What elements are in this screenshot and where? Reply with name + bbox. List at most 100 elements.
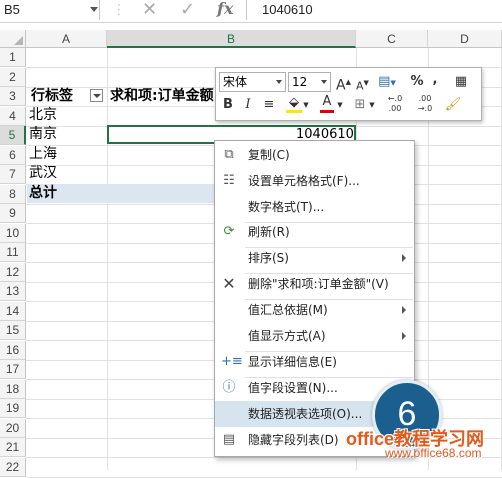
row-header-13[interactable]: 13 [0,282,26,301]
menu-item-label: 值显示方式(A) [248,329,326,343]
grow-font-button[interactable]: A▲ [336,73,351,95]
chevron-down-icon [276,80,282,84]
font-name-select[interactable]: 宋体 [219,72,286,92]
menu-item-label: 值字段设置(N)... [248,381,338,395]
column-header-a[interactable]: A [26,30,107,48]
pivot-item[interactable]: 武汉 [29,164,57,183]
cancel-icon[interactable]: ✕ [142,0,157,20]
row-header-14[interactable]: 14 [0,302,26,321]
field-settings-icon: ⓘ [222,380,236,395]
menu-item-label: 隐藏字段列表(D) [248,433,339,447]
submenu-arrow-icon [402,306,406,314]
menu-item-show-details[interactable]: +≡ 显示详细信息(E) [215,349,414,375]
row-header-18[interactable]: 18 [0,380,26,399]
menu-item-sort[interactable]: 排序(S) [215,245,414,271]
align-center-icon[interactable]: ≡ [262,96,276,114]
row-header-1[interactable]: 1 [0,48,26,67]
chevron-down-icon[interactable]: ▼ [302,96,310,114]
row-header-5[interactable]: 5 [0,126,26,145]
row-header-11[interactable]: 11 [0,243,26,262]
row-header-17[interactable]: 17 [0,360,26,379]
percent-style-button[interactable]: % [410,73,424,91]
submenu-arrow-icon [402,254,406,262]
mini-toolbar: 宋体 12 A▲ A▼ ▤▼ % , ▦ B I ≡ ⬙ ▼ A ▼ ⊞ ▼ ←… [215,67,482,121]
font-name-value: 宋体 [223,75,248,89]
increase-decimal-icon: ←.0 .00 [387,94,403,113]
row-header-7[interactable]: 7 [0,165,26,184]
row-header-21[interactable]: 21 [0,438,26,457]
font-color-icon: A [322,94,332,109]
grand-total-label[interactable]: 总计 [29,184,57,203]
menu-item-summarize-by[interactable]: 值汇总依据(M) [215,297,414,323]
name-box[interactable]: B5 [0,0,100,20]
font-size-select[interactable]: 12 [288,72,331,92]
font-color-button[interactable]: A [320,94,334,113]
menu-item-show-values-as[interactable]: 值显示方式(A) [215,323,414,349]
shrink-font-button[interactable]: A▼ [356,74,369,96]
chevron-down-icon [321,80,327,84]
shrink-font-icon: A [356,79,364,93]
filter-dropdown-icon[interactable] [90,89,103,102]
borders-icon[interactable]: ⊞ [352,96,368,114]
enter-icon[interactable]: ✓ [180,0,195,20]
menu-item-label: 显示详细信息(E) [248,355,337,369]
number-format-button[interactable]: ▤▼ [376,73,398,92]
row-header-8[interactable]: 8 [0,185,26,204]
column-header-c[interactable]: C [356,30,428,48]
formula-input[interactable]: 1040610 [262,0,313,20]
show-detail-icon: +≡ [221,354,243,369]
pivot-item[interactable]: 北京 [29,106,57,125]
bold-button[interactable]: B [222,96,234,114]
column-gridline [107,48,108,470]
menu-item-label: 删除"求和项:订单金额"(V) [248,277,389,291]
formula-bar-divider [246,0,247,20]
name-box-dropdown-icon[interactable] [90,7,98,12]
menu-item-format-cells[interactable]: ☷ 设置单元格格式(F)... [215,168,414,194]
row-header-3[interactable]: 3 [0,87,26,106]
row-header-19[interactable]: 19 [0,399,26,418]
formula-bar-grip-icon: ⋮ [112,2,126,18]
chevron-down-icon[interactable]: ▼ [336,96,344,114]
column-header-d[interactable]: D [428,30,502,48]
row-header-22[interactable]: 22 [0,458,26,477]
decrease-decimal-icon: .00 →.0 [417,94,433,113]
row-header-16[interactable]: 16 [0,341,26,360]
row-header-12[interactable]: 12 [0,263,26,282]
value-field-header[interactable]: 求和项:订单金额 [110,87,214,106]
italic-button[interactable]: I [242,96,254,114]
menu-item-number-format[interactable]: 数字格式(T)... [215,194,414,220]
column-header-b[interactable]: B [107,30,356,48]
row-header-4[interactable]: 4 [0,107,26,126]
menu-item-label: 复制(C) [248,148,290,162]
row-header-2[interactable]: 2 [0,68,26,87]
row-header-10[interactable]: 10 [0,224,26,243]
menu-item-copy[interactable]: ⧉ 复制(C) [215,142,414,168]
select-all-button[interactable] [0,30,26,48]
font-size-value: 12 [292,75,308,89]
menu-item-refresh[interactable]: ⟳ 刷新(R) [215,219,414,245]
row-header-20[interactable]: 20 [0,419,26,438]
submenu-arrow-icon [402,332,406,340]
pivot-item[interactable]: 上海 [29,145,57,164]
comma-style-button[interactable]: , [430,71,440,89]
format-painter-icon[interactable]: 🖌 [444,96,462,114]
menu-item-label: 数据透视表选项(O)... [248,407,363,421]
menu-item-remove-field[interactable]: ✕ 删除"求和项:订单金额"(V) [215,271,414,297]
watermark-url: www.office68.com [385,446,482,460]
decrease-decimal-button[interactable]: .00 →.0 [412,94,438,114]
increase-decimal-button[interactable]: ←.0 .00 [382,94,408,114]
chevron-down-icon[interactable]: ▼ [368,96,376,114]
insert-function-icon[interactable]: fx [217,0,233,20]
formula-bar: B5 ⋮ ✕ ✓ fx 1040610 [0,0,502,23]
fill-color-icon[interactable]: ⬙ [286,96,302,113]
field-list-icon: ▤ [222,432,236,447]
table-format-icon[interactable]: ▦ [452,73,470,91]
row-header-15[interactable]: 15 [0,321,26,340]
row-label-header[interactable]: 行标签 [31,87,73,106]
pivot-item[interactable]: 南京 [29,125,57,144]
format-cells-icon: ☷ [223,173,235,188]
grow-font-icon: A [336,77,346,94]
row-header-6[interactable]: 6 [0,146,26,165]
row-header-9[interactable]: 9 [0,204,26,223]
currency-icon: ▤ [378,74,391,89]
